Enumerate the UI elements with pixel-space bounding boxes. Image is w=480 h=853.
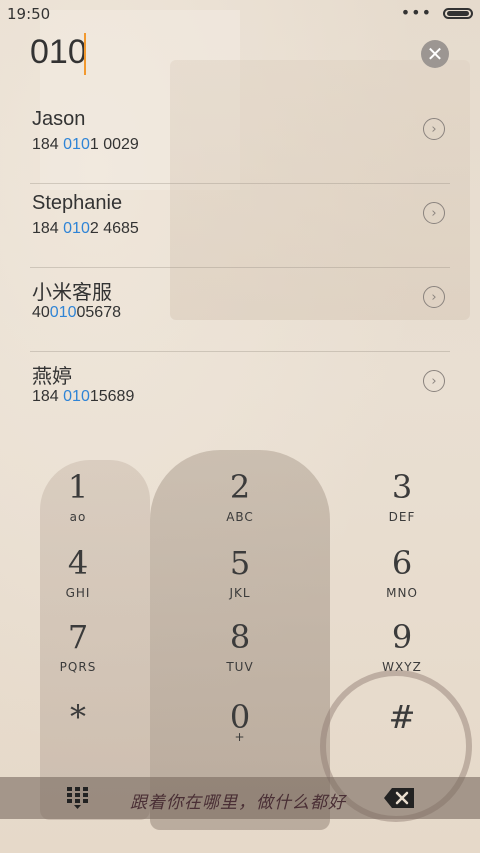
- contact-name: Jason: [32, 108, 86, 130]
- contact-row[interactable]: Stephanie 184 0102 4685 ›: [0, 184, 480, 268]
- key-8[interactable]: 8 TUV: [180, 618, 300, 688]
- dial-number-input[interactable]: 010: [30, 33, 87, 72]
- chevron-right-icon[interactable]: ›: [423, 370, 445, 392]
- backspace-icon[interactable]: [384, 788, 414, 808]
- battery-icon: [443, 8, 473, 19]
- key-hash[interactable]: #: [342, 698, 462, 768]
- key-star[interactable]: *: [18, 698, 138, 768]
- chevron-right-icon[interactable]: ›: [423, 286, 445, 308]
- contact-number: 4001005678: [32, 304, 121, 321]
- contact-row[interactable]: Jason 184 0101 0029 ›: [0, 100, 480, 184]
- status-time: 19:50: [7, 5, 51, 23]
- clear-icon[interactable]: ✕: [421, 40, 449, 68]
- keypad-grid-icon[interactable]: [66, 786, 90, 810]
- contact-suggestions: Jason 184 0101 0029 › Stephanie 184 0102…: [0, 100, 480, 436]
- dialer-bottom-bar: 跟着你在哪里，做什么都好: [0, 777, 480, 819]
- contact-row[interactable]: 小米客服 4001005678 ›: [0, 268, 480, 352]
- text-caret: [84, 33, 86, 75]
- key-3[interactable]: 3 DEF: [342, 468, 462, 538]
- key-6[interactable]: 6 MNO: [342, 544, 462, 614]
- more-dots-icon: •••: [400, 3, 432, 22]
- contact-name: 燕婷: [32, 366, 72, 388]
- status-bar: 19:50 •••: [0, 0, 480, 28]
- key-1[interactable]: 1 ao: [18, 468, 138, 538]
- chevron-right-icon[interactable]: ›: [423, 118, 445, 140]
- contact-name: Stephanie: [32, 192, 123, 214]
- key-7[interactable]: 7 PQRS: [18, 618, 138, 688]
- contact-number: 184 01015689: [32, 388, 135, 405]
- dialer-slogan: 跟着你在哪里，做什么都好: [130, 793, 346, 813]
- chevron-right-icon[interactable]: ›: [423, 202, 445, 224]
- contact-number: 184 0102 4685: [32, 220, 139, 237]
- key-2[interactable]: 2 ABC: [180, 468, 300, 538]
- key-5[interactable]: 5 JKL: [180, 544, 300, 614]
- contact-name: 小米客服: [32, 282, 112, 304]
- contact-number: 184 0101 0029: [32, 136, 139, 153]
- contact-row[interactable]: 燕婷 184 01015689 ›: [0, 352, 480, 436]
- key-9[interactable]: 9 WXYZ: [342, 618, 462, 688]
- key-4[interactable]: 4 GHI: [18, 544, 138, 614]
- key-0[interactable]: 0 +: [180, 698, 300, 768]
